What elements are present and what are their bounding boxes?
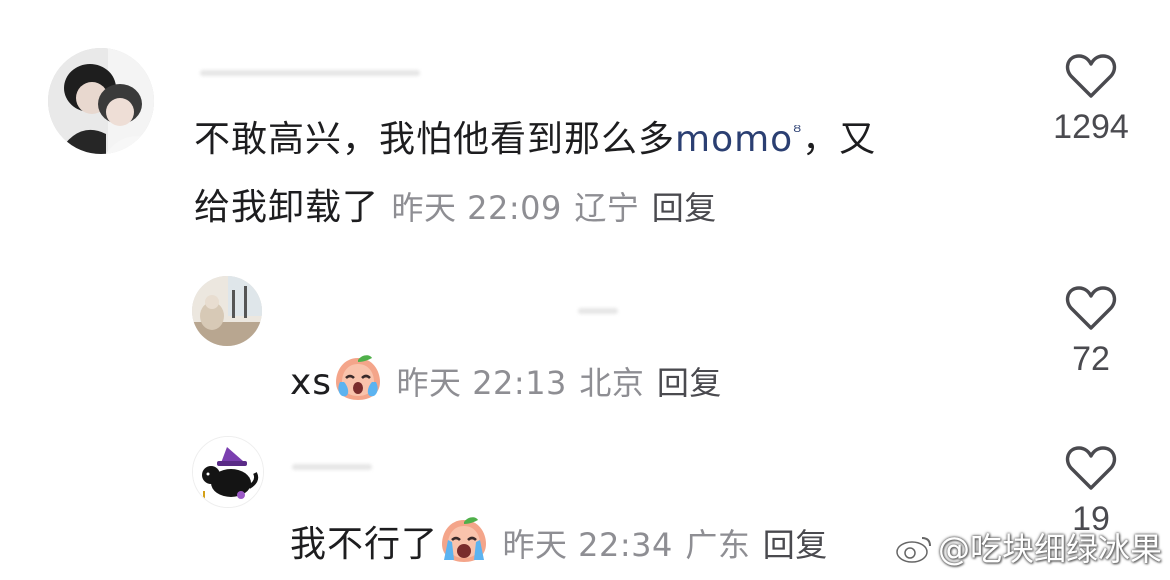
username-blurred[interactable]: [292, 464, 372, 470]
like-button[interactable]: 72: [1036, 284, 1146, 379]
heart-outline-icon: [1065, 446, 1117, 490]
reply-location: 北京: [579, 364, 645, 402]
username-blurred[interactable]: [578, 308, 618, 314]
comment-location: 辽宁: [574, 189, 640, 227]
like-button[interactable]: 1294: [1036, 52, 1146, 147]
comment-text-line1: 不敢高兴，我怕他看到那么多momoᴽ，又: [194, 119, 877, 160]
reply-button[interactable]: 回复: [652, 189, 717, 227]
reply-time: 昨天 22:13: [396, 364, 567, 402]
avatar-photo: [48, 48, 154, 154]
heart-outline-icon: [1065, 54, 1117, 98]
reply-location: 广东: [685, 526, 751, 564]
like-count: 1294: [1053, 108, 1129, 146]
weibo-logo-icon: [896, 537, 931, 563]
username-blurred[interactable]: [200, 70, 420, 76]
weibo-watermark: @吃块细绿冰果: [894, 524, 1162, 570]
search-icon: ᴽ: [793, 122, 803, 143]
avatar-photo: [192, 276, 262, 346]
avatar[interactable]: [192, 276, 262, 346]
reply-button[interactable]: 回复: [763, 526, 828, 564]
reply-button[interactable]: 回复: [657, 364, 722, 402]
reply-text: 我不行了 昨天 22:34 广东 回复: [290, 514, 828, 566]
mention-link[interactable]: momoᴽ: [675, 119, 802, 160]
comment-text-line2: 给我卸载了 昨天 22:09 辽宁 回复: [194, 187, 717, 228]
heart-outline-icon: [1065, 286, 1117, 330]
avatar-photo: [193, 437, 263, 507]
avatar[interactable]: [192, 436, 264, 508]
like-count: 72: [1072, 340, 1110, 378]
comment-time: 昨天 22:09: [391, 189, 562, 227]
crying-peach-emoji: [442, 517, 487, 562]
comment-thread: 不敢高兴，我怕他看到那么多momoᴽ，又 给我卸载了 昨天 22:09 辽宁 回…: [0, 0, 1170, 580]
reply-text: xs 昨天 22:13 北京 回复: [290, 352, 722, 404]
crying-peach-emoji: [336, 355, 381, 400]
avatar[interactable]: [48, 48, 154, 154]
reply-time: 昨天 22:34: [502, 526, 673, 564]
